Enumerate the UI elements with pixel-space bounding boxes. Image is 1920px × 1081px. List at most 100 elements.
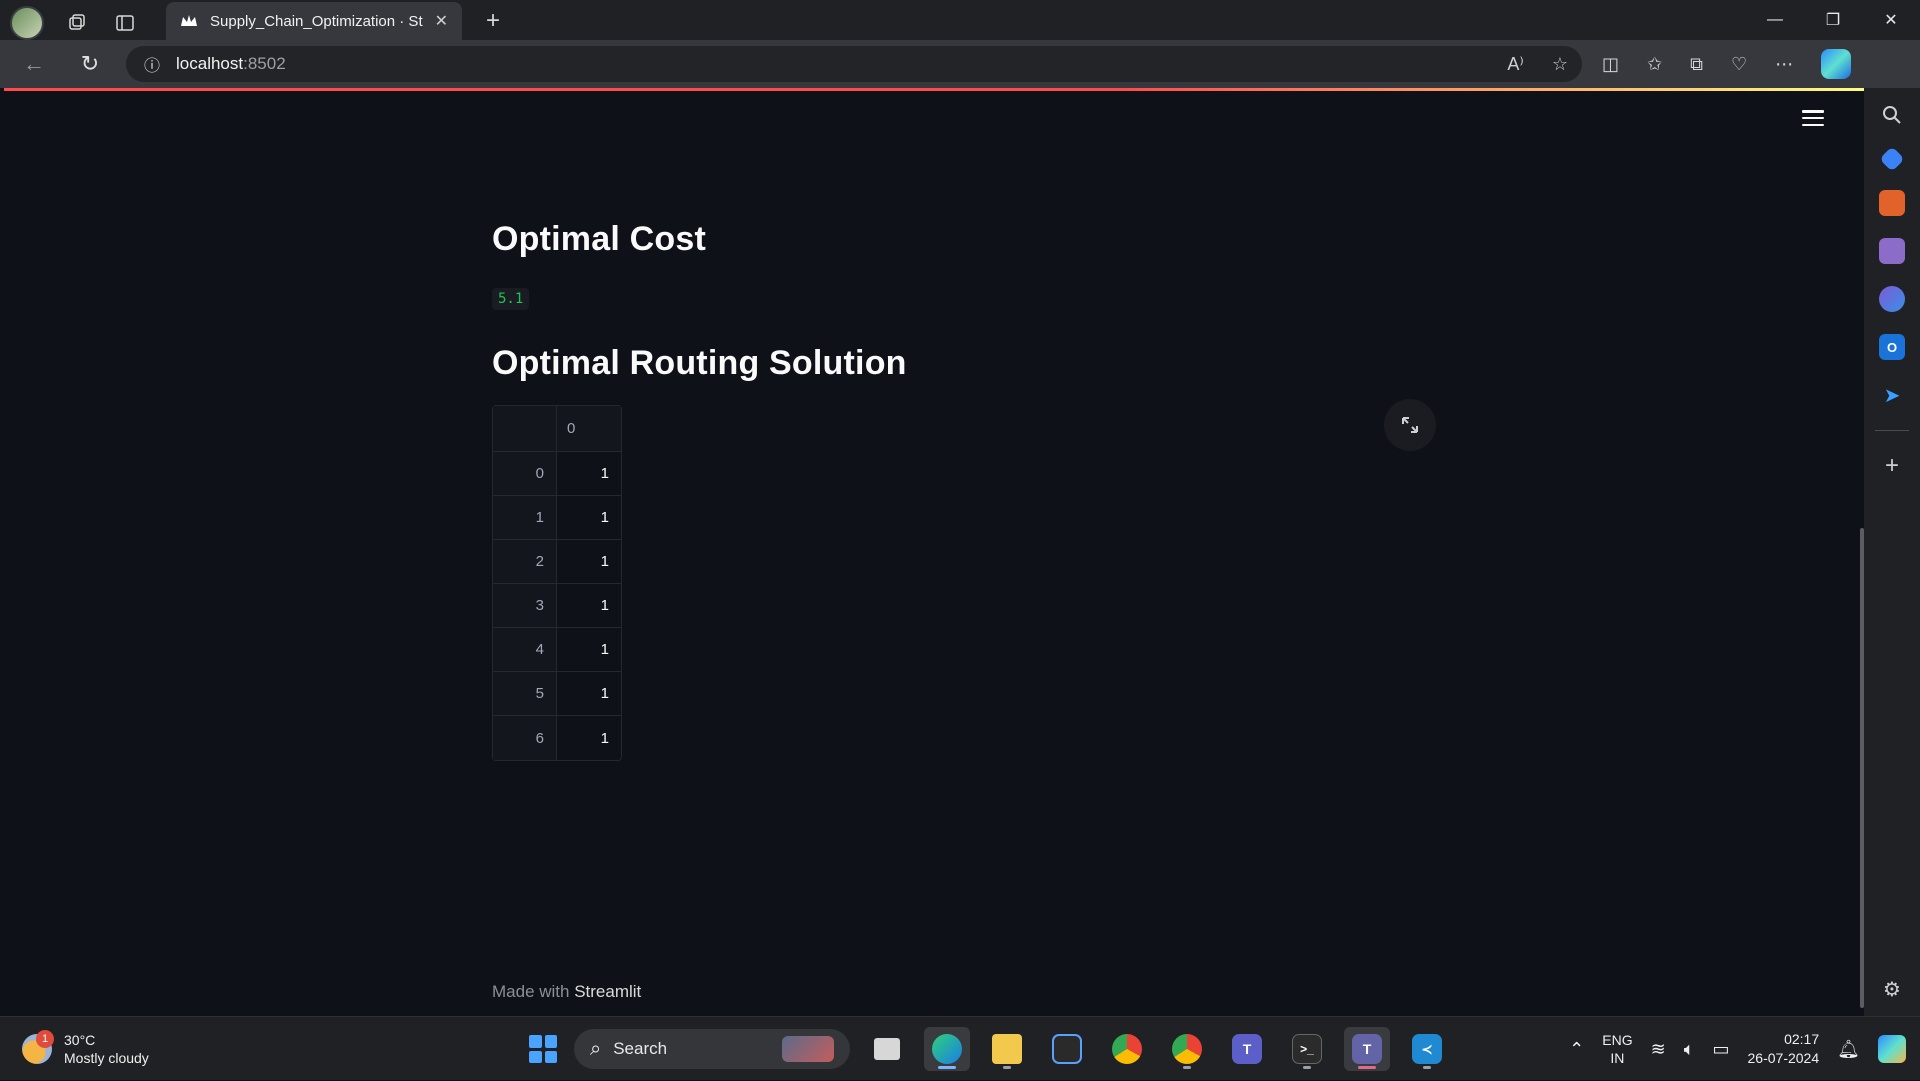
read-aloud-icon[interactable]: A⁾ (1507, 54, 1523, 75)
row-index: 6 (493, 716, 557, 760)
streamlit-crown-icon (180, 14, 198, 28)
profile-avatar[interactable] (10, 6, 44, 40)
row-index: 1 (493, 496, 557, 539)
search-highlight-image (782, 1036, 834, 1062)
footer-prefix: Made with (492, 982, 575, 1001)
cell-value[interactable]: 1 (557, 584, 621, 627)
vertical-tabs-icon[interactable] (110, 8, 140, 38)
tab-close-icon[interactable]: ✕ (435, 11, 448, 31)
windows-start-icon[interactable] (526, 1032, 560, 1066)
url-host: localhost (176, 54, 244, 73)
sidebar-search-icon[interactable] (1879, 102, 1905, 128)
url-port: :8502 (243, 54, 286, 73)
microsoft365-icon[interactable] (1879, 286, 1905, 312)
weather-badge: 1 (36, 1030, 54, 1048)
column-header-0[interactable]: 0 (557, 406, 621, 451)
weather-desc: Mostly cloudy (64, 1050, 149, 1066)
row-index: 2 (493, 540, 557, 583)
row-index: 5 (493, 672, 557, 715)
search-label: Search (613, 1039, 668, 1058)
main-menu-icon[interactable] (1802, 110, 1824, 126)
edge-sidebar: O ➤ + ⚙ (1864, 88, 1920, 1016)
site-info-icon[interactable]: ⓘ (144, 52, 160, 76)
add-sidebar-app-icon[interactable]: + (1879, 452, 1905, 479)
games-icon[interactable] (1879, 238, 1905, 264)
optimal-cost-value: 5.1 (492, 288, 530, 310)
cell-value[interactable]: 1 (557, 540, 621, 583)
edge-taskbar-icon[interactable] (924, 1027, 970, 1071)
favorite-star-icon[interactable]: ☆ (1552, 54, 1568, 75)
table-row: 2 1 (493, 540, 621, 584)
cell-value[interactable]: 1 (557, 452, 621, 495)
file-explorer-icon[interactable] (984, 1027, 1030, 1071)
close-window-button[interactable]: ✕ (1862, 0, 1920, 40)
row-index: 4 (493, 628, 557, 671)
clock[interactable]: 02:17 26-07-2024 (1748, 1030, 1820, 1068)
search-icon: ⌕ (590, 1037, 602, 1060)
restore-button[interactable]: ❐ (1804, 0, 1862, 40)
fullscreen-expand-icon[interactable] (1384, 399, 1436, 451)
table-row: 6 1 (493, 716, 621, 760)
weather-temp: 30°C (64, 1032, 96, 1048)
windows-taskbar: 1 30°C Mostly cloudy ⌕ Search T >_ T ≺ ⌃… (0, 1016, 1920, 1080)
teams-work-icon[interactable]: T (1344, 1027, 1390, 1071)
terminal-icon[interactable]: >_ (1284, 1027, 1330, 1071)
taskbar-search[interactable]: ⌕ Search (574, 1029, 850, 1069)
vscode-icon[interactable]: ≺ (1404, 1027, 1450, 1071)
task-view-icon[interactable] (864, 1027, 910, 1071)
new-tab-button[interactable]: + (478, 6, 508, 36)
cell-value[interactable]: 1 (557, 628, 621, 671)
streamlit-decoration-bar (4, 88, 1864, 91)
reload-button[interactable]: ↻ (70, 44, 110, 84)
streamlit-app: Optimal Cost 5.1 Optimal Routing Solutio… (4, 88, 1864, 1016)
copilot-taskbar-icon[interactable] (1878, 1035, 1906, 1063)
url-field[interactable]: ⓘ localhost:8502 A⁾ ☆ (126, 46, 1582, 82)
outlook-icon[interactable]: O (1879, 334, 1905, 360)
tools-briefcase-icon[interactable] (1879, 190, 1905, 216)
cell-value[interactable]: 1 (557, 496, 621, 539)
table-row: 4 1 (493, 628, 621, 672)
language-indicator[interactable]: ENG IN (1602, 1031, 1632, 1067)
wifi-icon[interactable]: ≋ (1651, 1039, 1666, 1060)
volume-icon[interactable]: 🔈︎ (1684, 1039, 1695, 1060)
row-index: 0 (493, 452, 557, 495)
back-button[interactable]: ← (14, 44, 54, 84)
cell-value[interactable]: 1 (557, 672, 621, 715)
row-index: 3 (493, 584, 557, 627)
table-row: 5 1 (493, 672, 621, 716)
index-header (493, 406, 557, 451)
chevron-up-icon[interactable]: ⌃ (1569, 1039, 1584, 1060)
browser-essentials-icon[interactable]: ♡ (1731, 54, 1747, 75)
sidebar-settings-gear-icon[interactable]: ⚙ (1879, 976, 1905, 1002)
notification-bell-icon[interactable]: 🔔︎ (1837, 1039, 1860, 1060)
collections-icon[interactable]: ⧉ (1690, 54, 1703, 75)
browser-tab-active[interactable]: Supply_Chain_Optimization · Stre ✕ (166, 2, 462, 40)
system-tray: ⌃ ENG IN ≋ 🔈︎ ▭ 02:17 26-07-2024 🔔︎ (1569, 1017, 1920, 1081)
chrome-profile-icon[interactable] (1164, 1027, 1210, 1071)
drop-send-icon[interactable]: ➤ (1879, 382, 1905, 408)
copilot-icon[interactable] (1821, 49, 1852, 79)
clock-time: 02:17 (1784, 1031, 1820, 1047)
cell-value[interactable]: 1 (557, 716, 621, 760)
split-screen-icon[interactable]: ◫ (1602, 54, 1619, 75)
battery-icon[interactable]: ▭ (1713, 1039, 1730, 1060)
minimize-button[interactable]: — (1746, 0, 1804, 40)
more-menu-icon[interactable]: ⋯ (1775, 54, 1793, 75)
weather-cloud-icon: 1 (22, 1030, 54, 1064)
shopping-tag-icon[interactable] (1879, 146, 1905, 172)
browser-titlebar: Supply_Chain_Optimization · Stre ✕ + — ❐… (0, 0, 1920, 40)
streamlit-link[interactable]: Streamlit (574, 982, 641, 1001)
teams-icon[interactable]: T (1224, 1027, 1270, 1071)
lang-top: ENG (1602, 1032, 1633, 1048)
workspaces-icon[interactable] (62, 8, 92, 38)
microsoft-store-icon[interactable] (1044, 1027, 1090, 1071)
sidebar-divider (1875, 430, 1909, 431)
routing-dataframe[interactable]: 0 0 1 1 1 2 1 3 1 4 1 5 1 6 1 (492, 405, 622, 761)
favorites-icon[interactable]: ✩ (1647, 54, 1662, 75)
table-row: 0 1 (493, 452, 621, 496)
table-row: 1 1 (493, 496, 621, 540)
chrome-icon[interactable] (1104, 1027, 1150, 1071)
weather-widget[interactable]: 1 30°C Mostly cloudy (22, 1030, 149, 1067)
lang-bottom: IN (1610, 1050, 1625, 1066)
tab-title: Supply_Chain_Optimization · Stre (210, 12, 423, 30)
